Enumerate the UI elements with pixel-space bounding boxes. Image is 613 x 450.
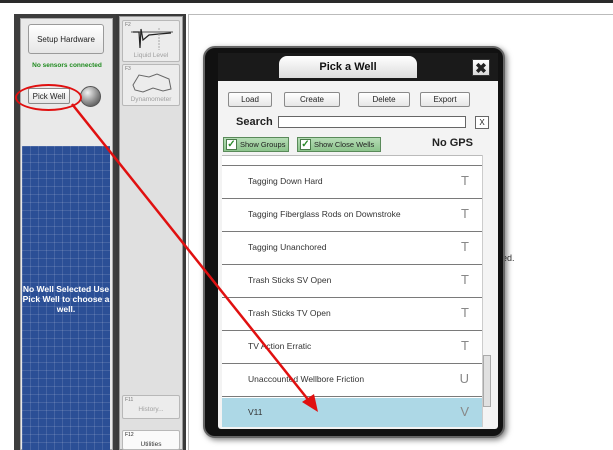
well-name: Trash Sticks TV Open (248, 308, 331, 318)
search-clear-button[interactable]: X (475, 116, 489, 129)
gps-globe-icon[interactable] (80, 86, 101, 107)
well-group-letter: T (461, 305, 469, 320)
search-label: Search (236, 116, 273, 128)
liquid-level-label: Liquid Level (133, 52, 169, 59)
function-key-number: F12 (125, 432, 134, 438)
show-close-wells-label: Show Close Wells (314, 140, 375, 149)
well-name: Tagging Fiberglass Rods on Downstroke (248, 209, 401, 219)
dialog-title: Pick a Well (279, 56, 417, 78)
load-button[interactable]: Load (228, 92, 272, 107)
utilities-label: Utilities (140, 441, 162, 448)
well-group-letter: U (459, 371, 469, 386)
history-button[interactable]: F11 History... (122, 395, 180, 419)
show-groups-toggle[interactable]: ✓ Show Groups (223, 137, 289, 152)
liquid-level-trace-icon (131, 28, 173, 50)
close-icon[interactable]: ✖ (472, 59, 490, 76)
well-group-letter: T (461, 206, 469, 221)
delete-button[interactable]: Delete (358, 92, 410, 107)
utilities-button[interactable]: F12 Utilities (122, 430, 180, 450)
show-close-wells-toggle[interactable]: ✓ Show Close Wells (297, 137, 381, 152)
well-name: V11 (248, 407, 263, 417)
well-group-letter: T (461, 338, 469, 353)
list-item[interactable]: Tagging Unanchored T (222, 233, 482, 265)
export-button[interactable]: Export (420, 92, 470, 107)
dynamometer-button[interactable]: F3 Dynamometer (122, 64, 180, 106)
well-name: Trash Sticks SV Open (248, 275, 332, 285)
scrollbar-thumb[interactable] (483, 355, 491, 407)
search-input[interactable] (278, 116, 466, 128)
no-well-message: No Well Selected Use Pick Well to choose… (22, 284, 110, 314)
show-groups-label: Show Groups (240, 140, 286, 149)
top-border (0, 0, 613, 3)
list-item[interactable]: Trash Sticks TV Open T (222, 299, 482, 331)
create-button[interactable]: Create (284, 92, 340, 107)
well-list[interactable]: Tagging Down Hard T Tagging Fiberglass R… (222, 155, 482, 427)
well-group-letter: T (461, 272, 469, 287)
history-label: History... (138, 406, 164, 413)
list-item[interactable]: TV Action Erratic T (222, 332, 482, 364)
well-name: Tagging Unanchored (248, 242, 327, 252)
gps-status: No GPS (432, 137, 473, 149)
annotation-highlight-ellipse (15, 84, 82, 111)
list-item[interactable]: Trash Sticks SV Open T (222, 266, 482, 298)
well-group-letter: V (460, 404, 469, 419)
list-item[interactable] (222, 156, 482, 166)
well-name: Unaccounted Wellbore Friction (248, 374, 365, 384)
setup-hardware-button[interactable]: Setup Hardware (28, 24, 104, 54)
dynamometer-label: Dynamometer (130, 96, 172, 103)
well-name: Tagging Down Hard (248, 176, 323, 186)
list-item[interactable]: Tagging Fiberglass Rods on Downstroke T (222, 200, 482, 232)
well-group-letter: T (461, 173, 469, 188)
checkmark-icon: ✓ (300, 139, 311, 150)
list-item[interactable]: Tagging Down Hard T (222, 167, 482, 199)
well-name: TV Action Erratic (248, 341, 312, 351)
checkmark-icon: ✓ (226, 139, 237, 150)
list-item[interactable]: Unaccounted Wellbore Friction U (222, 365, 482, 397)
function-key-number: F11 (125, 397, 134, 403)
list-item-selected[interactable]: V11 V (222, 398, 482, 427)
dynamometer-card-icon (132, 73, 172, 93)
liquid-level-button[interactable]: F2 Liquid Level (122, 20, 180, 62)
well-group-letter: T (461, 239, 469, 254)
sensor-status-text: No sensors connected (32, 62, 102, 69)
